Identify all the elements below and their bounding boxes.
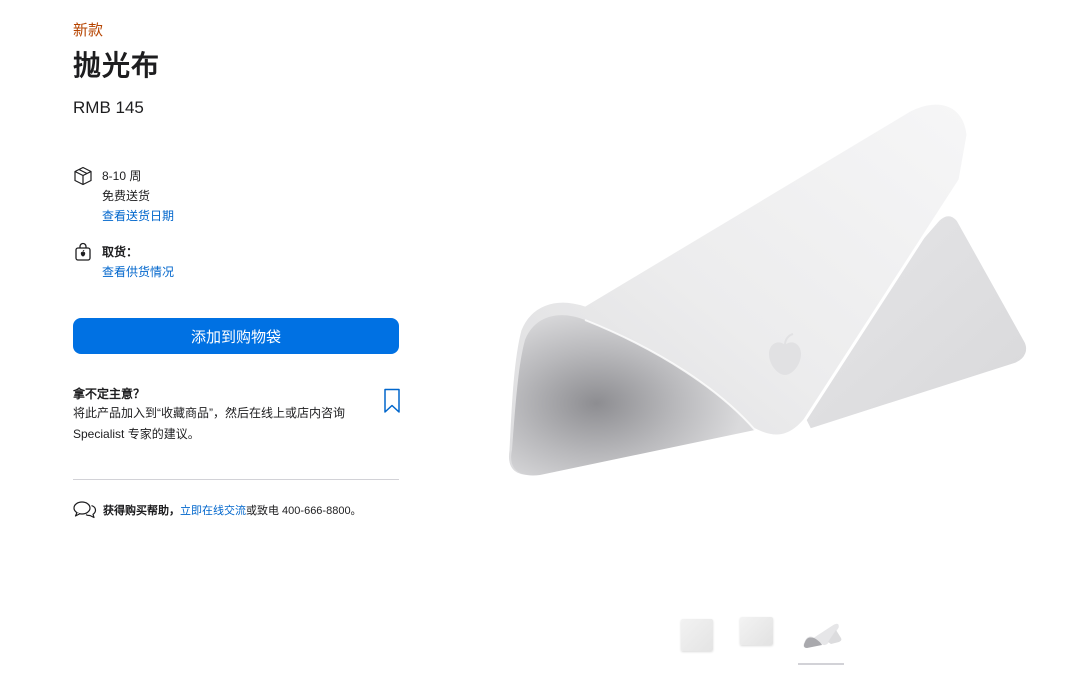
product-title: 抛光布	[73, 50, 161, 81]
box-icon	[74, 166, 92, 186]
product-price: RMB 145	[73, 98, 144, 117]
chat-bubbles-icon	[73, 501, 97, 519]
pickup-availability-link[interactable]: 查看供货情况	[102, 262, 174, 282]
thumbnail-2[interactable]	[740, 617, 773, 645]
chat-now-link[interactable]: 立即在线交流	[180, 502, 246, 518]
gallery-thumbnails	[672, 612, 862, 672]
thumbnail-3[interactable]	[798, 616, 844, 652]
store-bag-icon	[75, 242, 91, 261]
product-image	[505, 101, 1030, 478]
delivery-info: 8-10 周 免费送货 查看送货日期	[73, 166, 174, 226]
bookmark-icon[interactable]	[383, 388, 401, 414]
help-phone: 或致电 400-666-8800。	[246, 505, 362, 517]
undecided-title: 拿不定主意？	[73, 387, 146, 401]
thumbnail-selected-indicator	[798, 663, 844, 665]
pickup-info: 取货： 查看供货情况	[73, 242, 174, 282]
new-badge: 新款	[73, 22, 104, 39]
help-label: 获得购买帮助，	[103, 505, 180, 517]
delivery-time: 8-10 周	[102, 169, 142, 183]
delivery-shipping: 免费送货	[102, 189, 151, 203]
thumbnail-1[interactable]	[681, 619, 713, 651]
delivery-dates-link[interactable]: 查看送货日期	[102, 206, 174, 226]
save-for-later: 拿不定主意？ 将此产品加入到“收藏商品”，然后在线上或店内咨询 Speciali…	[73, 386, 363, 445]
add-to-bag-button[interactable]: 添加到购物袋	[73, 318, 399, 354]
divider	[73, 479, 399, 480]
undecided-body: 将此产品加入到“收藏商品”，然后在线上或店内咨询 Specialist 专家的建…	[73, 406, 345, 441]
pickup-label: 取货：	[102, 245, 139, 259]
purchase-help: 获得购买帮助， 立即在线交流 或致电 400-666-8800。	[73, 500, 362, 520]
